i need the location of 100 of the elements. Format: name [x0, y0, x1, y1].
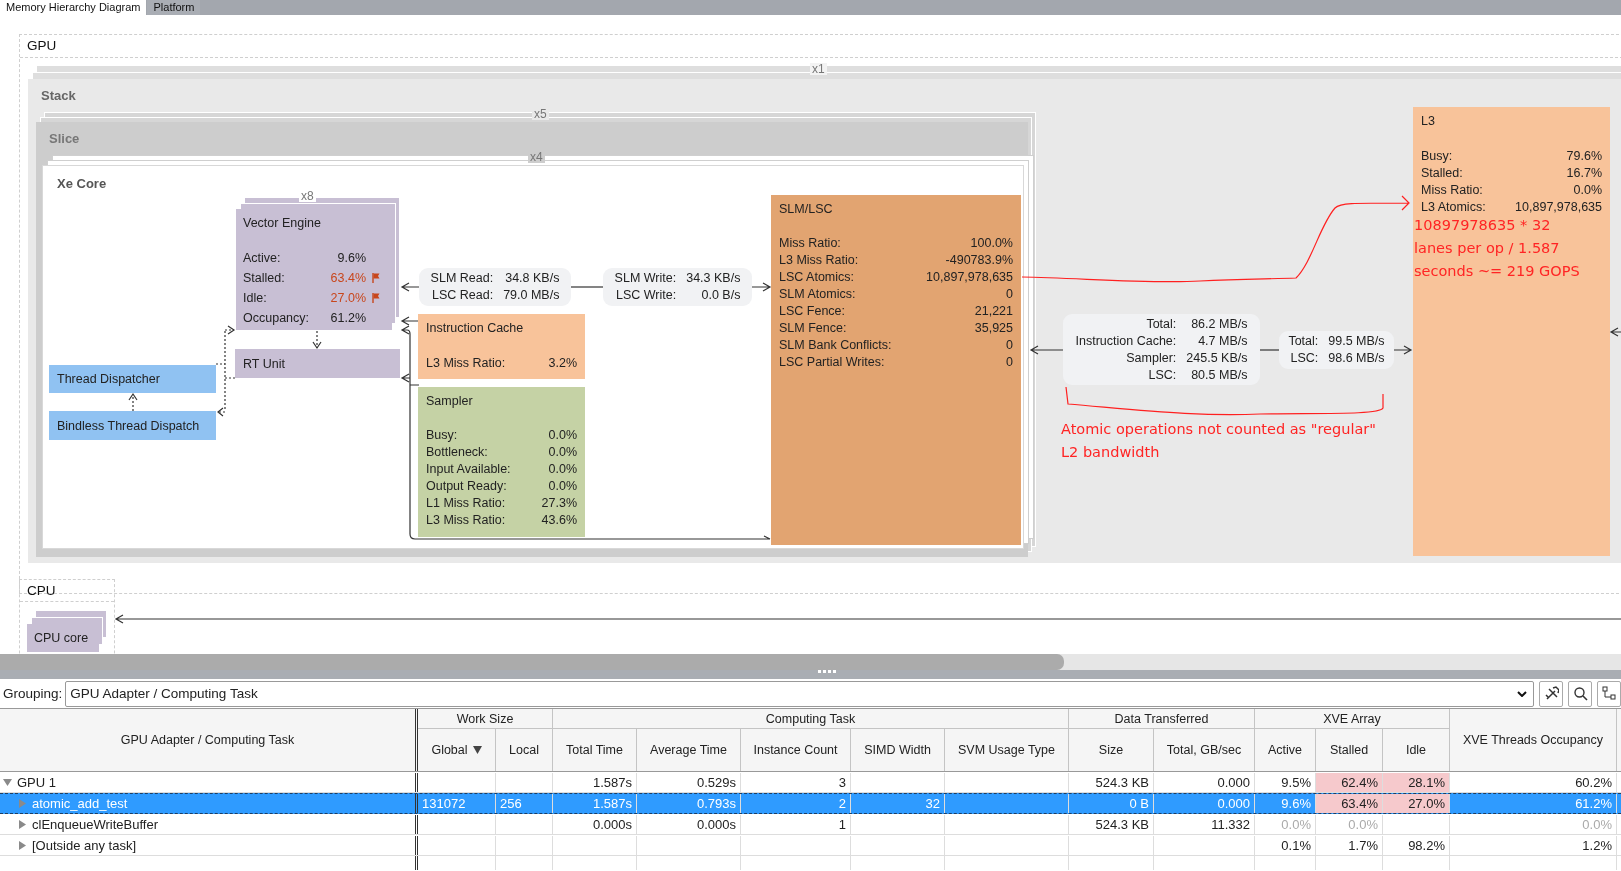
connector-line — [1259, 349, 1280, 351]
search-button[interactable] — [1568, 680, 1592, 707]
table-cell: 524.3 KB — [1069, 815, 1154, 834]
metric-value: 0.0 B/s — [700, 287, 741, 304]
metric-value: 21,221 — [973, 303, 1013, 320]
frame-title: Xe Core — [57, 176, 107, 191]
tools-button[interactable] — [1539, 680, 1563, 707]
annotation-text: 10897978635 * 32 lanes per op / 1.587 seconds ~= 219 GOPS — [1414, 216, 1581, 281]
table-cell: 2 — [741, 794, 851, 813]
metric-label: Active: — [243, 250, 282, 267]
metric-label: Sampler: — [1125, 349, 1177, 367]
metric-value: 100.0% — [969, 235, 1013, 252]
node-title: Sampler — [426, 393, 474, 409]
caret-right-icon[interactable] — [18, 841, 27, 850]
metric-value: 34.8 KB/s — [504, 270, 560, 287]
metric-label: Miss Ratio: — [1421, 182, 1484, 199]
table-cell: 524.3 KB — [1069, 773, 1154, 792]
metric-value: 61.2% — [329, 310, 366, 327]
table-cell: 61.2% — [1450, 794, 1617, 813]
table-cell: 131072 — [418, 794, 496, 813]
table-cell: GPU 1 — [17, 775, 56, 790]
table-row[interactable]: atomic_add_test 131072 256 1.587s 0.793s 2 32 0 B 0.000 9.6% 63.4% 27.0% 61.2% — [0, 793, 1621, 814]
metric-label: Total: — [1288, 333, 1319, 350]
metric-label: Instruction Cache: — [1075, 332, 1177, 350]
metric-label: LSC Fence: — [779, 303, 846, 320]
metric-value: 43.6% — [541, 512, 577, 529]
metric-label: Stalled: — [1421, 165, 1464, 182]
grip-icon — [818, 670, 838, 674]
metric-value: 0.0% — [547, 478, 577, 495]
node-title: CPU core — [34, 631, 89, 645]
caret-down-icon[interactable] — [3, 778, 12, 787]
tab[interactable]: Memory Hierarchy Diagram — [0, 0, 147, 15]
metric-label: SLM Read: — [430, 270, 494, 287]
metric-value: 98.6 MB/s — [1328, 350, 1385, 367]
metric-value: 16.7% — [1565, 165, 1602, 182]
metric-value: 0.0% — [547, 427, 577, 444]
metric-value: 0 — [1005, 286, 1013, 303]
metric-label: Busy: — [426, 427, 459, 444]
arrow — [400, 316, 420, 326]
flag-icon — [372, 273, 380, 283]
node-title: Thread Dispatcher — [57, 372, 160, 386]
metric-value: 63.4% — [329, 270, 366, 287]
metric-label: LSC Partial Writes: — [779, 354, 886, 371]
table-cell: 0.0% — [1255, 815, 1316, 834]
node-title: RT Unit — [243, 356, 285, 371]
tree-button[interactable] — [1597, 680, 1621, 707]
table-cell: 256 — [496, 794, 553, 813]
metric-label: SLM Fence: — [779, 320, 848, 337]
metric-label: Total: — [1145, 315, 1177, 333]
chevron-down-icon — [1517, 690, 1527, 697]
table-cell: 1.587s — [553, 773, 637, 792]
metric-value: 79.6% — [1565, 148, 1602, 165]
grouping-dropdown[interactable]: GPU Adapter / Computing Task — [65, 680, 1534, 707]
metric-label: Bottleneck: — [426, 444, 489, 461]
column-group-header: Data Transferred — [1069, 709, 1255, 729]
node-title: Vector Engine — [243, 215, 322, 231]
node-title: L3 — [1421, 113, 1436, 129]
table-cell: 0.0% — [1450, 815, 1617, 834]
tools-icon — [1543, 686, 1559, 701]
table-row[interactable]: [Outside any task] 0.1% 1.7% 98.2% 1.2% — [0, 835, 1621, 856]
metric-label: SLM Write: — [614, 270, 677, 287]
metric-label: LSC: — [1289, 350, 1319, 367]
metric-value: 80.5 MB/s — [1190, 366, 1248, 384]
metric-label: LSC Atomics: — [779, 269, 856, 286]
metric-label: Busy: — [1421, 148, 1454, 165]
metric-value: 245.5 KB/s — [1186, 349, 1248, 367]
table-cell: 0.000s — [553, 815, 637, 834]
metric-value: 86.2 MB/s — [1190, 315, 1248, 333]
caret-right-icon[interactable] — [18, 820, 27, 829]
multiplier-label: x8 — [299, 190, 316, 202]
table-cell: 0.000 — [1154, 794, 1255, 813]
arrow — [1609, 327, 1621, 337]
table-cell: 1.7% — [1316, 836, 1383, 855]
table-row[interactable]: clEnqueueWriteBuffer 0.000s 0.000s 1 524.3 KB 11.332 0.0% 0.0% 0.0% — [0, 814, 1621, 835]
node-title: Instruction Cache — [426, 320, 525, 336]
column-group-header: XVE Array — [1255, 709, 1450, 729]
tab[interactable]: Platform — [147, 0, 201, 15]
multiplier-label: x5 — [532, 108, 549, 120]
table-cell: 0.529s — [637, 773, 741, 792]
table-cell: 0.793s — [637, 794, 741, 813]
column-group-header: Work Size — [418, 709, 553, 729]
dotted-arrow — [312, 330, 322, 350]
metric-value: 27.0% — [329, 290, 366, 307]
arrow — [751, 282, 772, 292]
table-cell: 11.332 — [1154, 815, 1255, 834]
metric-label: LSC Write: — [615, 287, 677, 304]
arrow — [1029, 345, 1064, 355]
metric-value: 10,897,978,635 — [926, 269, 1013, 286]
table-cell: 1 — [741, 815, 851, 834]
metric-label: L3 Miss Ratio: — [779, 252, 860, 269]
scrollbar-thumb[interactable] — [0, 654, 1064, 670]
metric-label: LSC: — [1147, 366, 1177, 384]
arrow — [400, 282, 420, 292]
metric-label: Occupancy: — [243, 310, 310, 327]
metric-value: 0 — [1005, 337, 1013, 354]
metric-value: 3.2% — [548, 355, 577, 372]
metric-value: 34.3 KB/s — [686, 270, 741, 287]
metric-label: L3 Miss Ratio: — [426, 512, 507, 529]
frame-title: Slice — [49, 131, 80, 146]
annotation-text: Atomic operations not counted as "regular" L2 bandwidth — [1061, 420, 1377, 462]
